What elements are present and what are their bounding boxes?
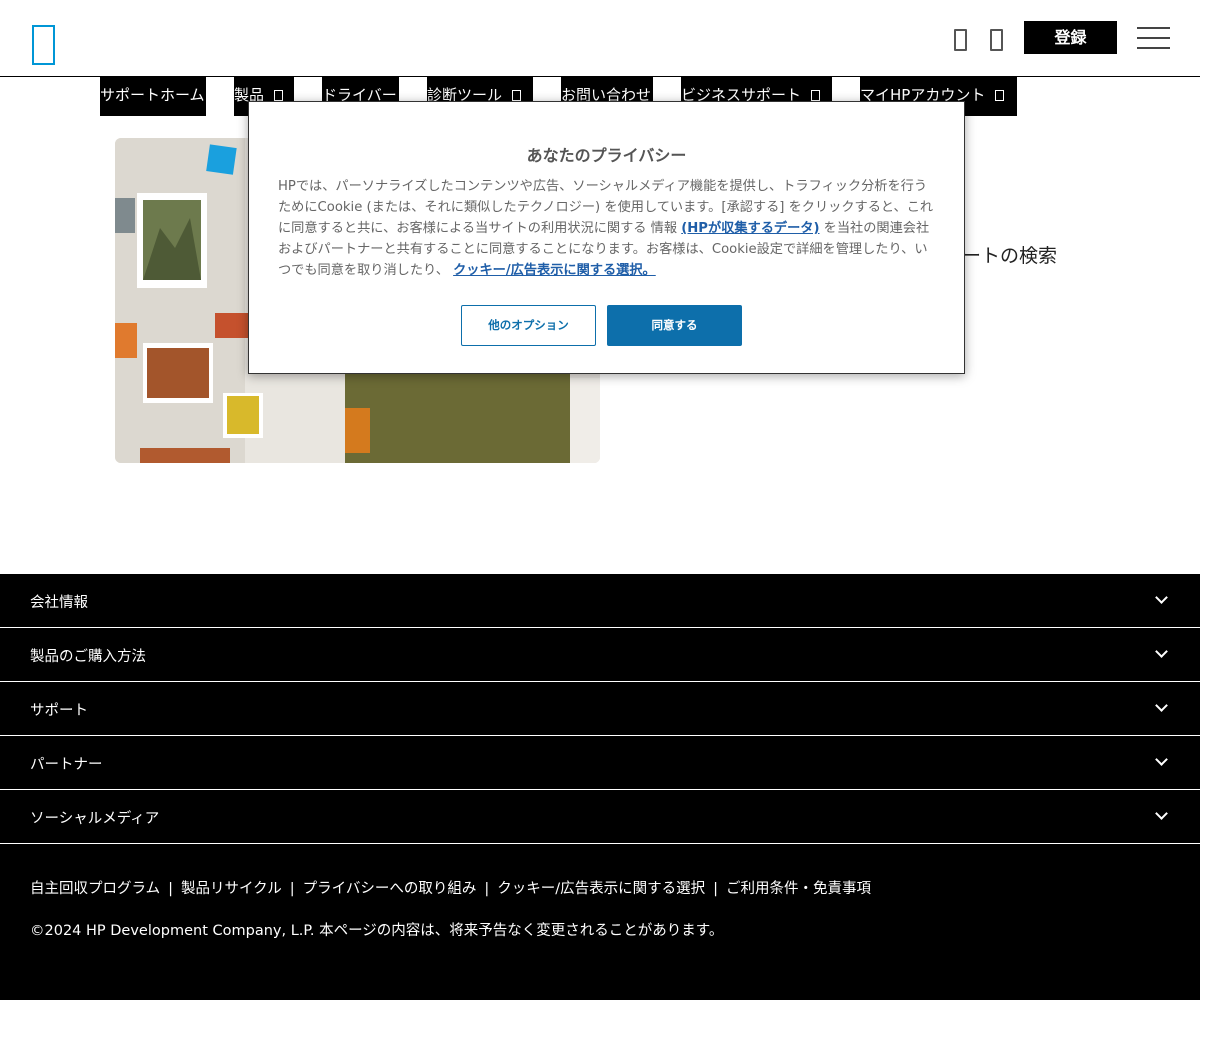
privacy-dialog-body: HPでは、パーソナライズしたコンテンツや広告、ソーシャルメディア機能を提供し、ト… bbox=[278, 176, 938, 281]
search-support-heading: ートの検索 bbox=[962, 245, 1058, 267]
chevron-down-icon bbox=[274, 90, 284, 101]
recycle-link[interactable]: 製品リサイクル bbox=[181, 881, 282, 897]
chevron-down-icon bbox=[512, 90, 522, 101]
nav-item-label: サポートホーム bbox=[100, 86, 205, 104]
link-separator: | bbox=[289, 881, 295, 897]
accept-button[interactable]: 同意する bbox=[607, 305, 742, 346]
recall-link[interactable]: 自主回収プログラム bbox=[30, 881, 160, 897]
legal-links: 自主回収プログラム | 製品リサイクル | プライバシーへの取り組み | クッキー/広告表示… bbox=[30, 877, 871, 898]
link-separator: | bbox=[484, 881, 490, 897]
link-separator: | bbox=[713, 881, 719, 897]
privacy-dialog: あなたのプライバシー HPでは、パーソナライズしたコンテンツや広告、ソーシャルメ… bbox=[248, 101, 965, 374]
site-header: 登録 bbox=[0, 0, 1200, 77]
footer-section-company[interactable]: 会社情報 bbox=[0, 574, 1200, 628]
nav-item-support-home[interactable]: サポートホーム bbox=[100, 77, 206, 116]
terms-link[interactable]: ご利用条件・免責事項 bbox=[726, 881, 871, 897]
footer-section-support[interactable]: サポート bbox=[0, 682, 1200, 736]
cookie-choices-link[interactable]: クッキー/広告表示に関する選択。 bbox=[453, 263, 656, 278]
chevron-down-icon bbox=[1155, 807, 1168, 820]
chevron-down-icon bbox=[995, 90, 1005, 101]
hp-logo-icon[interactable] bbox=[32, 25, 55, 65]
cart-icon[interactable] bbox=[990, 29, 1003, 51]
chevron-down-icon bbox=[1155, 645, 1168, 658]
site-footer: 会社情報 製品のご購入方法 サポート パートナー ソーシャルメディア 自主回収プ… bbox=[0, 574, 1200, 1000]
chat-icon[interactable] bbox=[954, 29, 967, 51]
footer-section-how-to-buy[interactable]: 製品のご購入方法 bbox=[0, 628, 1200, 682]
footer-section-social[interactable]: ソーシャルメディア bbox=[0, 790, 1200, 844]
footer-section-label: 製品のご購入方法 bbox=[30, 649, 146, 665]
menu-icon[interactable] bbox=[1137, 27, 1170, 49]
signin-button[interactable]: 登録 bbox=[1024, 21, 1117, 54]
chevron-down-icon bbox=[1155, 591, 1168, 604]
chevron-down-icon bbox=[1155, 699, 1168, 712]
footer-section-label: サポート bbox=[30, 703, 88, 719]
footer-section-label: ソーシャルメディア bbox=[30, 811, 160, 827]
footer-section-partners[interactable]: パートナー bbox=[0, 736, 1200, 790]
privacy-dialog-title: あなたのプライバシー bbox=[526, 146, 687, 165]
hp-data-link[interactable]: (HPが収集するデータ) bbox=[681, 221, 819, 236]
other-options-button[interactable]: 他のオプション bbox=[461, 305, 596, 346]
footer-section-label: 会社情報 bbox=[30, 595, 88, 611]
chevron-down-icon bbox=[811, 90, 821, 101]
chevron-down-icon bbox=[1155, 753, 1168, 766]
cookie-choices-footer-link[interactable]: クッキー/広告表示に関する選択 bbox=[497, 881, 705, 897]
link-separator: | bbox=[168, 881, 173, 897]
footer-section-label: パートナー bbox=[30, 757, 103, 773]
copyright-text: ©2024 HP Development Company, L.P. 本ページの… bbox=[30, 923, 724, 939]
privacy-link[interactable]: プライバシーへの取り組み bbox=[303, 881, 477, 897]
